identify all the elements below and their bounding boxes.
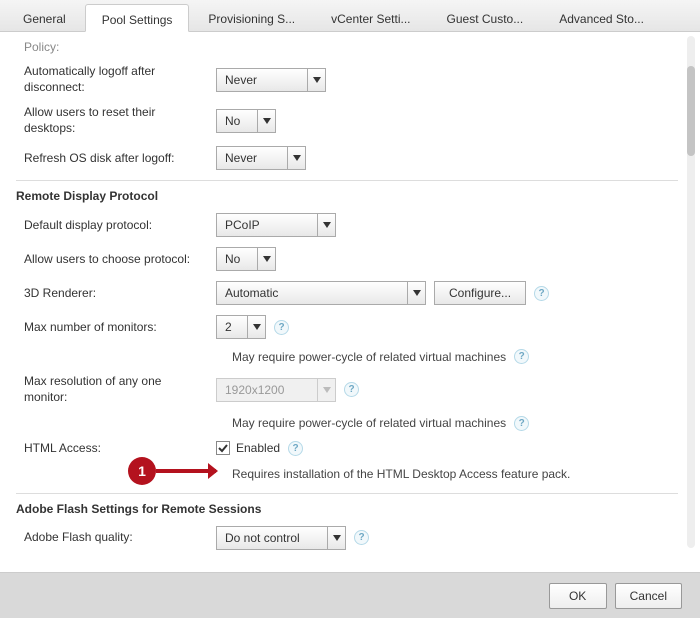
configure-button[interactable]: Configure... <box>434 281 526 305</box>
section-remote-title: Remote Display Protocol <box>16 189 678 203</box>
chevron-down-icon <box>247 316 265 338</box>
chevron-down-icon <box>307 69 325 91</box>
3d-renderer-label: 3D Renderer: <box>16 286 216 302</box>
html-access-label: HTML Access: <box>16 441 216 457</box>
max-resolution-select: 1920x1200 <box>216 378 336 402</box>
scroll-thumb[interactable] <box>687 66 695 156</box>
help-icon[interactable]: ? <box>354 530 369 545</box>
help-icon[interactable]: ? <box>514 416 529 431</box>
max-monitors-label: Max number of monitors: <box>16 320 216 336</box>
html-access-hint: Requires installation of the HTML Deskto… <box>232 466 592 483</box>
allow-choose-protocol-label: Allow users to choose protocol: <box>16 252 216 268</box>
help-icon[interactable]: ? <box>344 382 359 397</box>
chevron-down-icon <box>407 282 425 304</box>
allow-reset-label: Allow users to reset their desktops: <box>16 105 216 136</box>
chevron-down-icon <box>317 379 335 401</box>
max-monitors-hint: May require power-cycle of related virtu… <box>232 349 678 364</box>
annotation-arrow <box>156 469 216 473</box>
annotation-callout: 1 <box>128 457 216 485</box>
chevron-down-icon <box>257 110 275 132</box>
annotation-badge: 1 <box>128 457 156 485</box>
allow-reset-select[interactable]: No <box>216 109 276 133</box>
refresh-os-label: Refresh OS disk after logoff: <box>16 151 216 167</box>
help-icon[interactable]: ? <box>288 441 303 456</box>
refresh-os-select[interactable]: Never <box>216 146 306 170</box>
flash-quality-label: Adobe Flash quality: <box>16 530 216 546</box>
tab-guest-custom[interactable]: Guest Custo... <box>430 3 541 31</box>
chevron-down-icon <box>257 248 275 270</box>
default-protocol-label: Default display protocol: <box>16 218 216 234</box>
allow-choose-protocol-select[interactable]: No <box>216 247 276 271</box>
default-protocol-select[interactable]: PCoIP <box>216 213 336 237</box>
dialog-footer: OK Cancel <box>0 572 700 618</box>
chevron-down-icon <box>327 527 345 549</box>
max-resolution-hint: May require power-cycle of related virtu… <box>232 416 678 431</box>
chevron-down-icon <box>317 214 335 236</box>
tab-vcenter[interactable]: vCenter Setti... <box>314 3 427 31</box>
html-access-enabled-text: Enabled <box>236 441 280 455</box>
content-area: Policy: Automatically logoff after disco… <box>0 32 700 552</box>
chevron-down-icon <box>287 147 305 169</box>
tab-bar: General Pool Settings Provisioning S... … <box>0 0 700 32</box>
ok-button[interactable]: OK <box>549 583 607 609</box>
tab-provisioning[interactable]: Provisioning S... <box>191 3 312 31</box>
help-icon[interactable]: ? <box>514 349 529 364</box>
divider <box>16 180 678 181</box>
tab-general[interactable]: General <box>6 3 83 31</box>
3d-renderer-select[interactable]: Automatic <box>216 281 426 305</box>
flash-quality-select[interactable]: Do not control <box>216 526 346 550</box>
auto-logoff-select[interactable]: Never <box>216 68 326 92</box>
divider <box>16 493 678 494</box>
auto-logoff-label: Automatically logoff after disconnect: <box>16 64 216 95</box>
html-access-checkbox[interactable] <box>216 441 230 455</box>
tab-pool-settings[interactable]: Pool Settings <box>85 4 190 32</box>
help-icon[interactable]: ? <box>534 286 549 301</box>
help-icon[interactable]: ? <box>274 320 289 335</box>
scrollbar[interactable] <box>687 36 695 548</box>
tab-advanced-storage[interactable]: Advanced Sto... <box>542 3 661 31</box>
cancel-button[interactable]: Cancel <box>615 583 682 609</box>
section-flash-title: Adobe Flash Settings for Remote Sessions <box>16 502 678 516</box>
clipped-row-label: Policy: <box>16 40 678 54</box>
max-resolution-label: Max resolution of any one monitor: <box>16 374 216 405</box>
max-monitors-select[interactable]: 2 <box>216 315 266 339</box>
